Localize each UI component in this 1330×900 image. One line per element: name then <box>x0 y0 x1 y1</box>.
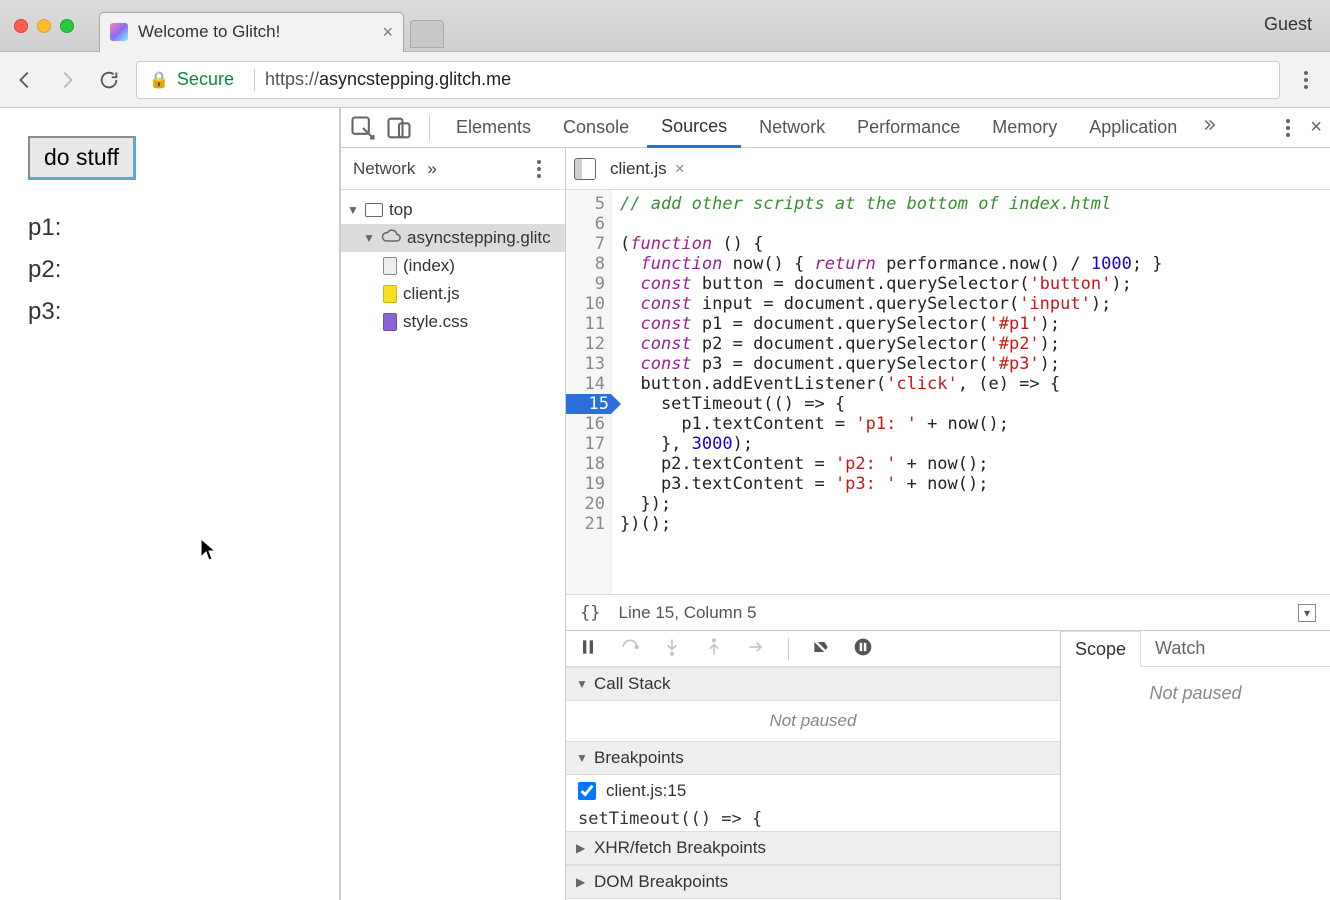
browser-toolbar: 🔒 Secure https://asyncstepping.glitch.me <box>0 52 1330 108</box>
tab-elements[interactable]: Elements <box>442 108 545 148</box>
secure-label: Secure <box>177 69 234 90</box>
devtools-tabbar: Elements Console Sources Network Perform… <box>341 108 1330 148</box>
breakpoint-code: setTimeout(() => { <box>566 807 1060 831</box>
step-icon[interactable] <box>746 637 766 660</box>
lock-icon: 🔒 <box>149 70 169 90</box>
traffic-lights <box>0 19 74 33</box>
page-viewport: do stuff p1: p2: p3: <box>0 108 340 900</box>
pause-icon[interactable] <box>578 637 598 660</box>
step-over-icon[interactable] <box>620 637 640 660</box>
tree-file-clientjs[interactable]: client.js <box>341 280 565 308</box>
tabs-overflow-icon[interactable] <box>1203 116 1221 139</box>
scope-tab[interactable]: Scope <box>1061 631 1141 667</box>
breakpoints-header[interactable]: ▼ Breakpoints <box>566 741 1060 775</box>
glitch-favicon-icon <box>110 23 128 41</box>
dom-breakpoints-header[interactable]: ▶ DOM Breakpoints <box>566 865 1060 899</box>
sources-navigator: Network » ▼ top ▼ asyncstepping.glitc <box>341 148 566 900</box>
cursor-position: Line 15, Column 5 <box>618 603 756 623</box>
editor-tab-close-icon[interactable]: × <box>675 159 685 179</box>
reload-button[interactable] <box>94 65 124 95</box>
editor-statusbar: {} Line 15, Column 5 ▾ <box>566 594 1330 630</box>
tree-file-index[interactable]: (index) <box>341 252 565 280</box>
navigator-menu-button[interactable] <box>525 160 553 178</box>
inspect-element-icon[interactable] <box>349 114 377 142</box>
back-button[interactable] <box>10 65 40 95</box>
address-divider <box>254 69 255 91</box>
do-stuff-button[interactable]: do stuff <box>28 136 136 180</box>
disclosure-triangle-icon[interactable]: ▼ <box>347 203 359 217</box>
tree-file-stylecss[interactable]: style.css <box>341 308 565 336</box>
tab-close-icon[interactable]: × <box>382 22 393 43</box>
p1-output: p1: <box>28 214 311 242</box>
pretty-print-icon[interactable]: {} <box>580 603 600 623</box>
mouse-cursor-icon <box>200 538 218 568</box>
main-split: do stuff p1: p2: p3: Elements Console So… <box>0 108 1330 900</box>
line-gutter[interactable]: 56789101112131415161718192021 <box>566 190 612 594</box>
tab-application[interactable]: Application <box>1075 108 1191 148</box>
call-stack-header[interactable]: ▼ Call Stack <box>566 667 1060 701</box>
tab-network[interactable]: Network <box>745 108 839 148</box>
devtools-body: Network » ▼ top ▼ asyncstepping.glitc <box>341 148 1330 900</box>
devtools: Elements Console Sources Network Perform… <box>340 108 1330 900</box>
code-view[interactable]: // add other scripts at the bottom of in… <box>612 190 1330 594</box>
js-file-icon <box>383 285 397 303</box>
address-bar[interactable]: 🔒 Secure https://asyncstepping.glitch.me <box>136 61 1280 99</box>
editor-tab-clientjs[interactable]: client.js × <box>602 155 693 183</box>
tree-domain[interactable]: ▼ asyncstepping.glitc <box>341 224 565 252</box>
p3-output: p3: <box>28 298 311 326</box>
step-into-icon[interactable] <box>662 637 682 660</box>
breakpoint-checkbox[interactable] <box>578 782 596 800</box>
browser-menu-button[interactable] <box>1292 71 1320 89</box>
debugger-controls <box>566 631 1060 667</box>
close-window-button[interactable] <box>14 19 28 33</box>
url-text: https://asyncstepping.glitch.me <box>265 69 511 90</box>
disclosure-triangle-icon[interactable]: ▼ <box>363 231 375 245</box>
minimize-window-button[interactable] <box>37 19 51 33</box>
window-titlebar: Welcome to Glitch! × Guest <box>0 0 1330 52</box>
fullscreen-window-button[interactable] <box>60 19 74 33</box>
deactivate-breakpoints-icon[interactable] <box>811 637 831 660</box>
profile-label[interactable]: Guest <box>1264 14 1312 35</box>
css-file-icon <box>383 313 397 331</box>
tab-memory[interactable]: Memory <box>978 108 1071 148</box>
tab-console[interactable]: Console <box>549 108 643 148</box>
cloud-icon <box>381 228 401 248</box>
devtools-menu-button[interactable] <box>1274 119 1302 137</box>
pause-on-exceptions-icon[interactable] <box>853 637 873 660</box>
debugger-pane: ▼ Call Stack Not paused ▼ Breakpoints cl… <box>566 630 1330 900</box>
p2-output: p2: <box>28 256 311 284</box>
tab-title: Welcome to Glitch! <box>138 22 382 42</box>
watch-tab[interactable]: Watch <box>1141 631 1219 667</box>
device-mode-icon[interactable] <box>385 114 413 142</box>
navigator-tab-network[interactable]: Network <box>353 159 415 179</box>
breakpoint-item[interactable]: client.js:15 <box>566 775 1060 807</box>
devtools-close-icon[interactable]: × <box>1310 116 1322 139</box>
new-tab-button[interactable] <box>410 20 444 48</box>
tab-performance[interactable]: Performance <box>843 108 974 148</box>
navigator-overflow-icon[interactable]: » <box>427 159 436 179</box>
step-out-icon[interactable] <box>704 637 724 660</box>
scope-empty: Not paused <box>1061 667 1330 900</box>
source-editor: client.js × 5678910111213141516171819202… <box>566 148 1330 900</box>
call-stack-empty: Not paused <box>566 701 1060 741</box>
xhr-breakpoints-header[interactable]: ▶ XHR/fetch Breakpoints <box>566 831 1060 865</box>
tree-root[interactable]: ▼ top <box>341 196 565 224</box>
document-icon <box>383 257 397 275</box>
file-tree: ▼ top ▼ asyncstepping.glitc (index) <box>341 190 565 342</box>
toggle-bottom-drawer-icon[interactable]: ▾ <box>1298 604 1316 622</box>
toggle-navigator-icon[interactable] <box>574 158 596 180</box>
forward-button <box>52 65 82 95</box>
window-icon <box>365 203 383 217</box>
tab-sources[interactable]: Sources <box>647 108 741 148</box>
browser-tab[interactable]: Welcome to Glitch! × <box>99 12 404 52</box>
